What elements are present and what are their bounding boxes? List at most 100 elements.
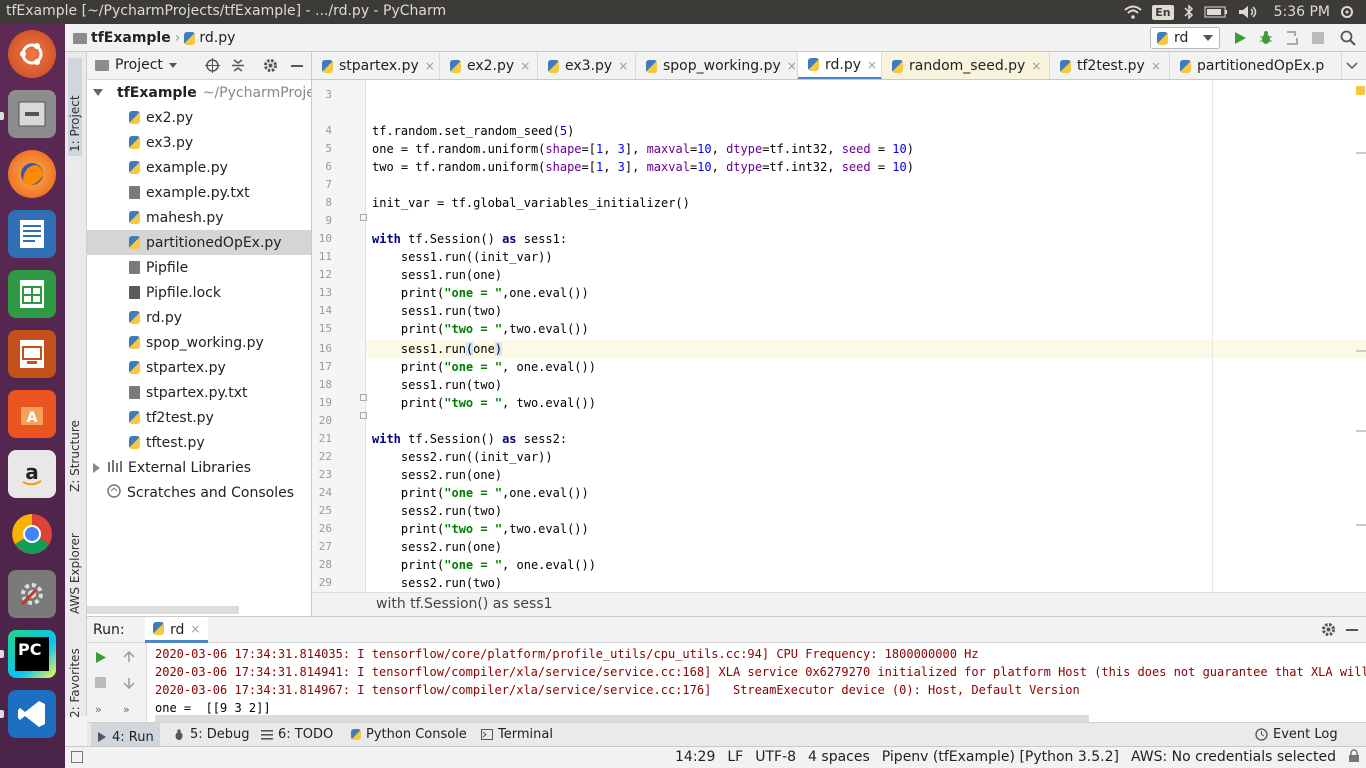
tab-partitioned-op-ex[interactable]: partitionedOpEx.p (1170, 52, 1342, 79)
tool-tab-event-log[interactable]: Event Log (1255, 727, 1338, 742)
coverage-button[interactable] (1283, 29, 1301, 47)
close-icon[interactable]: × (867, 58, 877, 72)
search-everywhere-icon[interactable] (1339, 29, 1357, 47)
wifi-icon[interactable] (1124, 5, 1142, 19)
status-caret-position[interactable]: 14:29 (675, 749, 715, 767)
project-tool-tab[interactable]: 1: Project (68, 58, 82, 156)
tab-tf2test[interactable]: tf2test.py × (1050, 52, 1170, 79)
tree-file[interactable]: stpartex.py.txt (87, 380, 311, 405)
tree-file[interactable]: spop_working.py (87, 330, 311, 355)
console-horizontal-scrollbar[interactable] (155, 715, 1089, 722)
tree-file[interactable]: Pipfile (87, 255, 311, 280)
warning-indicator-icon[interactable] (1356, 86, 1365, 95)
tool-tab-run[interactable]: 4: Run (91, 723, 160, 747)
editor-gutter[interactable]: 3 4 5 6 7 8 9 10 11 12 13 14 15 16 17 18… (312, 80, 366, 607)
stop-button[interactable] (1309, 29, 1327, 47)
tree-file[interactable]: mahesh.py (87, 205, 311, 230)
close-icon[interactable]: × (787, 59, 797, 73)
tree-scratches[interactable]: Scratches and Consoles (87, 480, 311, 505)
close-icon[interactable]: × (520, 59, 530, 73)
chrome-icon[interactable] (8, 510, 56, 558)
project-view-selector[interactable]: Project (95, 57, 177, 73)
status-encoding[interactable]: UTF-8 (755, 749, 796, 767)
status-aws-credentials[interactable]: AWS: No credentials selected (1131, 749, 1336, 767)
amazon-icon[interactable]: a (8, 450, 56, 498)
vscode-icon[interactable] (8, 690, 56, 738)
clock[interactable]: 5:36 PM (1274, 4, 1330, 20)
favorites-tool-tab[interactable]: 2: Favorites (68, 626, 82, 718)
chevron-down-icon[interactable] (93, 89, 103, 96)
status-interpreter[interactable]: Pipenv (tfExample) [Python 3.5.2] (882, 749, 1119, 767)
tool-tab-terminal[interactable]: Terminal (481, 727, 553, 742)
tabs-overflow-icon[interactable] (1346, 60, 1358, 76)
tree-file[interactable]: stpartex.py (87, 355, 311, 380)
tool-tab-python-console[interactable]: Python Console (351, 727, 467, 742)
ubuntu-dash-icon[interactable] (8, 30, 56, 78)
tree-file[interactable]: tftest.py (87, 430, 311, 455)
structure-tool-tab[interactable]: Z: Structure (68, 392, 82, 492)
fold-marker-icon[interactable] (360, 394, 367, 401)
minimize-icon[interactable] (1346, 629, 1358, 631)
arrow-up-icon[interactable] (123, 650, 135, 667)
gear-icon[interactable] (1321, 622, 1336, 641)
tree-file-selected[interactable]: partitionedOpEx.py (87, 230, 311, 255)
firefox-icon[interactable] (8, 150, 56, 198)
bluetooth-icon[interactable] (1184, 4, 1194, 20)
close-icon[interactable]: × (425, 59, 435, 73)
breadcrumb-file[interactable]: rd.py (199, 30, 235, 46)
debug-button[interactable] (1257, 29, 1275, 47)
tab-stpartex[interactable]: stpartex.py × (312, 52, 440, 79)
tree-file[interactable]: tf2test.py (87, 405, 311, 430)
target-icon[interactable] (205, 58, 220, 77)
libreoffice-impress-icon[interactable] (8, 330, 56, 378)
ubuntu-software-icon[interactable]: A (8, 390, 56, 438)
arrow-down-icon[interactable] (123, 677, 135, 693)
tab-random-seed[interactable]: random_seed.py × (882, 52, 1050, 79)
editor-scrollbar[interactable] (1356, 80, 1366, 592)
tree-file[interactable]: ex3.py (87, 130, 311, 155)
aws-explorer-tool-tab[interactable]: AWS Explorer (68, 502, 82, 614)
status-line-separator[interactable]: LF (727, 749, 743, 767)
fold-marker-icon[interactable] (360, 214, 367, 221)
run-button[interactable] (1231, 29, 1249, 47)
code-editor[interactable]: 3 4 5 6 7 8 9 10 11 12 13 14 15 16 17 18… (312, 80, 1366, 616)
tree-file[interactable]: Pipfile.lock (87, 280, 311, 305)
fold-marker-icon[interactable] (360, 412, 367, 419)
tree-file[interactable]: rd.py (87, 305, 311, 330)
tree-root[interactable]: tfExample ~/PycharmProje (87, 80, 311, 105)
collapse-all-icon[interactable] (231, 58, 245, 77)
close-icon[interactable]: × (1151, 59, 1161, 73)
tree-file[interactable]: ex2.py (87, 105, 311, 130)
tree-file[interactable]: example.py (87, 155, 311, 180)
close-icon[interactable]: × (190, 622, 200, 640)
chevron-right-icon[interactable] (93, 462, 100, 473)
run-configuration-select[interactable]: rd (1150, 27, 1220, 49)
libreoffice-writer-icon[interactable] (8, 210, 56, 258)
keyboard-language-indicator[interactable]: En (1152, 4, 1174, 20)
horizontal-scrollbar[interactable] (87, 606, 239, 614)
breadcrumb-project[interactable]: tfExample (91, 30, 171, 46)
tab-ex2[interactable]: ex2.py × (440, 52, 538, 79)
files-icon[interactable] (8, 90, 56, 138)
tree-external-libraries[interactable]: External Libraries (87, 455, 311, 480)
gear-icon[interactable] (263, 58, 278, 77)
tab-ex3[interactable]: ex3.py × (538, 52, 636, 79)
minimize-icon[interactable] (291, 65, 303, 67)
run-tab-rd[interactable]: rd × (145, 617, 209, 643)
tool-tab-debug[interactable]: 5: Debug (173, 727, 250, 742)
libreoffice-calc-icon[interactable] (8, 270, 56, 318)
lock-icon[interactable] (1348, 749, 1360, 767)
pycharm-icon[interactable]: PC (8, 630, 56, 678)
editor-breadcrumb[interactable]: with tf.Session() as sess1 (312, 592, 1366, 616)
close-icon[interactable]: × (1031, 59, 1041, 73)
power-gear-icon[interactable] (1340, 5, 1354, 19)
status-indent[interactable]: 4 spaces (808, 749, 870, 767)
tab-rd[interactable]: rd.py × (798, 52, 882, 79)
more-icon[interactable]: » (123, 703, 130, 716)
tree-file[interactable]: example.py.txt (87, 180, 311, 205)
close-icon[interactable]: × (618, 59, 628, 73)
rerun-icon[interactable] (95, 651, 107, 668)
toggle-tool-windows-icon[interactable] (71, 751, 83, 763)
tab-spop-working[interactable]: spop_working.py × (636, 52, 798, 79)
system-settings-icon[interactable] (8, 570, 56, 618)
